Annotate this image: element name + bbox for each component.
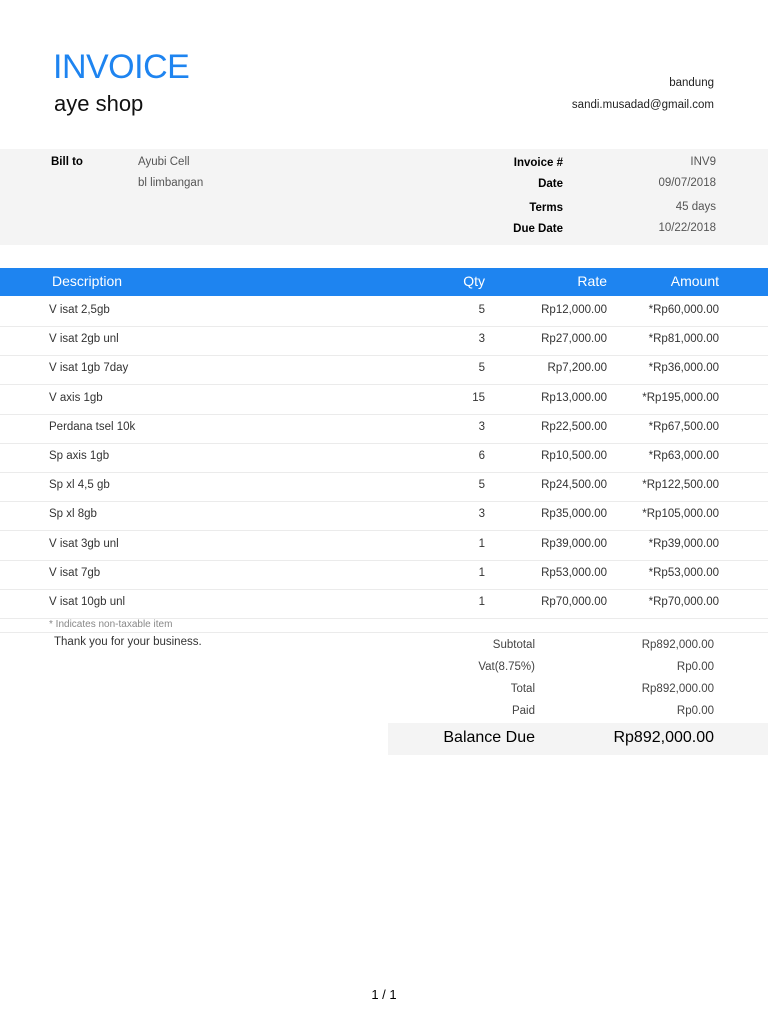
page-indicator: 1 / 1 [371,987,397,1002]
vat-value: Rp0.00 [676,661,714,673]
item-qty: 6 [478,450,485,462]
item-rate: Rp70,000.00 [541,596,607,608]
table-row: V isat 7gb 1 Rp53,000.00 *Rp53,000.00 [0,560,768,590]
invoice-number-label: Invoice # [513,157,563,169]
vat-label: Vat(8.75%) [478,661,535,673]
balance-due-value: Rp892,000.00 [613,729,714,746]
item-qty: 3 [478,333,485,346]
item-description: V axis 1gb [49,391,103,404]
bill-info-band [0,149,768,245]
terms-value: 45 days [675,201,716,213]
item-amount: *Rp53,000.00 [648,566,719,579]
item-rate: Rp24,500.00 [541,479,607,492]
due-date: 10/22/2018 [658,222,716,234]
item-qty: 1 [478,537,485,550]
item-rate: Rp13,000.00 [541,391,607,404]
non-taxable-note: * Indicates non-taxable item [49,619,173,630]
item-amount: *Rp63,000.00 [648,450,719,462]
header-rate: Rate [577,273,607,289]
shop-name: aye shop [54,91,144,116]
table-row: Sp axis 1gb 6 Rp10,500.00 *Rp63,000.00 [0,443,768,473]
item-description: Perdana tsel 10k [49,420,136,433]
table-header: Description Qty Rate Amount [0,268,768,296]
item-amount: *Rp67,500.00 [648,420,719,433]
table-row: V axis 1gb 15 Rp13,000.00 *Rp195,000.00 [0,385,768,415]
item-description: Sp axis 1gb [49,450,110,462]
thank-you-note: Thank you for your business. [54,636,202,648]
total-label: Total [510,683,535,695]
item-description: V isat 7gb [49,566,101,579]
invoice-date: 09/07/2018 [658,177,716,189]
item-amount: *Rp105,000.00 [642,508,719,521]
item-rate: Rp53,000.00 [541,566,607,579]
bill-to-name: Ayubi Cell [138,156,190,168]
item-description: V isat 1gb 7day [49,362,129,375]
total-value: Rp892,000.00 [641,683,714,695]
paid-label: Paid [511,705,535,717]
table-row: V isat 1gb 7day 5 Rp7,200.00 *Rp36,000.00 [0,355,768,386]
item-description: Sp xl 4,5 gb [49,479,110,492]
subtotal-value: Rp892,000.00 [641,639,714,651]
item-qty: 1 [478,596,485,608]
item-rate: Rp27,000.00 [541,333,607,346]
item-amount: *Rp39,000.00 [648,537,719,550]
header-amount: Amount [670,273,719,289]
item-qty: 5 [478,304,485,316]
item-description: V isat 2gb unl [49,333,119,346]
item-amount: *Rp70,000.00 [648,596,719,608]
bill-to-address: bl limbangan [138,177,204,189]
item-rate: Rp22,500.00 [541,420,607,433]
item-qty: 15 [472,391,485,404]
due-date-label: Due Date [513,223,563,235]
item-qty: 5 [478,362,485,375]
item-rate: Rp7,200.00 [547,362,607,375]
table-row: Sp xl 4,5 gb 5 Rp24,500.00 *Rp122,500.00 [0,472,768,503]
item-description: Sp xl 8gb [49,508,97,521]
item-qty: 5 [478,479,485,492]
table-row: Sp xl 8gb 3 Rp35,000.00 *Rp105,000.00 [0,501,768,532]
item-qty: 3 [478,420,485,433]
header-qty: Qty [463,273,485,289]
item-amount: *Rp36,000.00 [648,362,719,375]
item-amount: *Rp122,500.00 [642,479,719,492]
divider [0,632,768,633]
table-row: V isat 3gb unl 1 Rp39,000.00 *Rp39,000.00 [0,531,768,561]
invoice-title: INVOICE [53,48,190,86]
shop-city: bandung [669,77,714,89]
item-amount: *Rp81,000.00 [648,333,719,346]
table-row: V isat 2gb unl 3 Rp27,000.00 *Rp81,000.00 [0,326,768,357]
item-qty: 1 [478,566,485,579]
item-description: V isat 3gb unl [49,537,119,550]
item-qty: 3 [478,508,485,521]
table-row: V isat 2,5gb 5 Rp12,000.00 *Rp60,000.00 [0,297,768,327]
invoice-number: INV9 [690,156,716,168]
table-row: Perdana tsel 10k 3 Rp22,500.00 *Rp67,500.00 [0,414,768,444]
terms-label: Terms [529,202,563,214]
item-rate: Rp10,500.00 [541,450,607,462]
balance-due-label: Balance Due [443,729,535,746]
date-label: Date [538,178,563,190]
shop-email: sandi.musadad@gmail.com [571,99,714,111]
table-row: V isat 10gb unl 1 Rp70,000.00 *Rp70,000.00 [0,589,768,619]
item-rate: Rp35,000.00 [541,508,607,521]
header-description: Description [52,273,123,289]
item-amount: *Rp60,000.00 [648,304,719,316]
item-description: V isat 10gb unl [49,596,126,608]
item-rate: Rp12,000.00 [541,304,607,316]
paid-value: Rp0.00 [676,705,714,717]
item-rate: Rp39,000.00 [541,537,607,550]
bill-to-label: Bill to [51,156,83,168]
item-description: V isat 2,5gb [49,304,110,316]
item-amount: *Rp195,000.00 [642,391,719,404]
subtotal-label: Subtotal [492,639,535,651]
